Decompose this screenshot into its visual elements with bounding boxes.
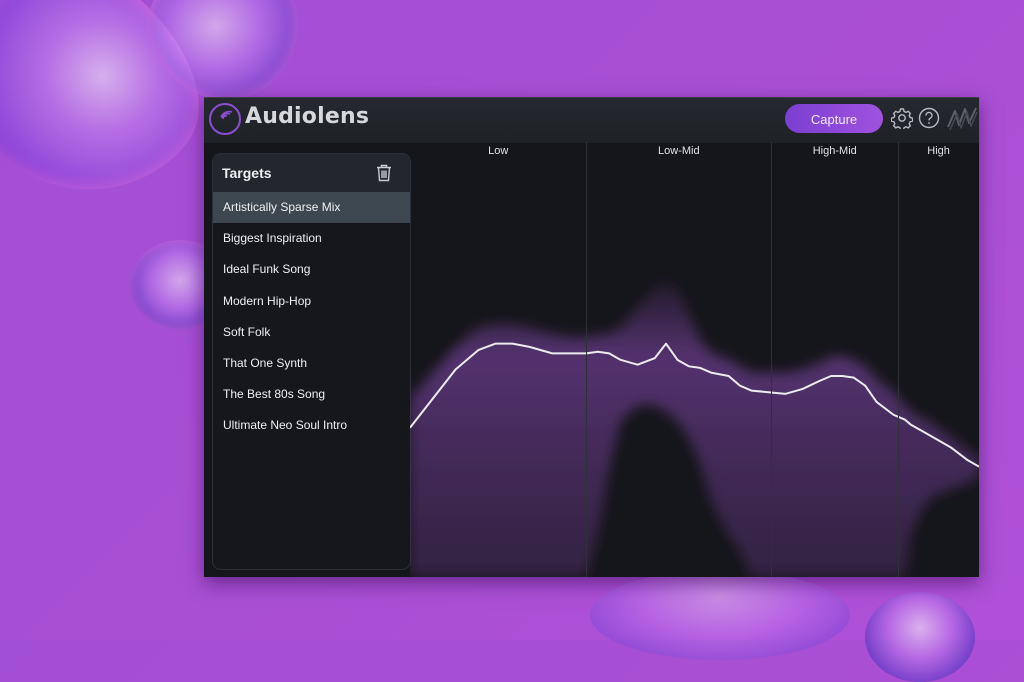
trash-icon[interactable] bbox=[374, 163, 394, 183]
targets-title: Targets bbox=[222, 165, 272, 181]
band-divider bbox=[898, 142, 900, 577]
target-range-envelope bbox=[410, 282, 979, 577]
title-bar: Audiolens Capture bbox=[204, 97, 979, 143]
target-item[interactable]: Artistically Sparse Mix bbox=[213, 192, 410, 224]
target-item[interactable]: Soft Folk bbox=[213, 317, 410, 348]
band-label-high-mid: High-Mid bbox=[812, 145, 857, 157]
audiolens-logo-icon bbox=[209, 103, 241, 135]
background-glass-blob bbox=[590, 570, 850, 660]
izotope-wave-icon bbox=[945, 103, 979, 133]
band-label-low: Low bbox=[488, 145, 509, 157]
targets-list: Artistically Sparse Mix Biggest Inspirat… bbox=[213, 192, 410, 442]
target-item[interactable]: Biggest Inspiration bbox=[213, 223, 410, 254]
spectrum-chart: Low Low-Mid High-Mid High bbox=[410, 142, 979, 577]
background-glass-blob bbox=[865, 592, 975, 682]
gear-icon[interactable] bbox=[890, 107, 914, 131]
spectrum-svg bbox=[410, 282, 979, 577]
target-item[interactable]: Modern Hip-Hop bbox=[213, 286, 410, 317]
capture-button[interactable]: Capture bbox=[785, 104, 883, 133]
targets-panel: Targets Artistically Sparse Mix Biggest … bbox=[212, 153, 411, 570]
target-item[interactable]: The Best 80s Song bbox=[213, 379, 410, 410]
target-item[interactable]: Ideal Funk Song bbox=[213, 254, 410, 285]
target-item[interactable]: Ultimate Neo Soul Intro bbox=[213, 410, 410, 441]
audiolens-window: Audiolens Capture Targets Artistically S… bbox=[204, 97, 979, 577]
target-item[interactable]: That One Synth bbox=[213, 348, 410, 379]
targets-header: Targets bbox=[213, 154, 410, 192]
app-title: Audiolens bbox=[245, 104, 370, 129]
band-label-low-mid: Low-Mid bbox=[658, 145, 700, 157]
band-label-high: High bbox=[927, 145, 950, 157]
band-divider bbox=[586, 142, 588, 577]
question-mark-icon[interactable] bbox=[918, 107, 940, 129]
band-divider bbox=[771, 142, 773, 577]
